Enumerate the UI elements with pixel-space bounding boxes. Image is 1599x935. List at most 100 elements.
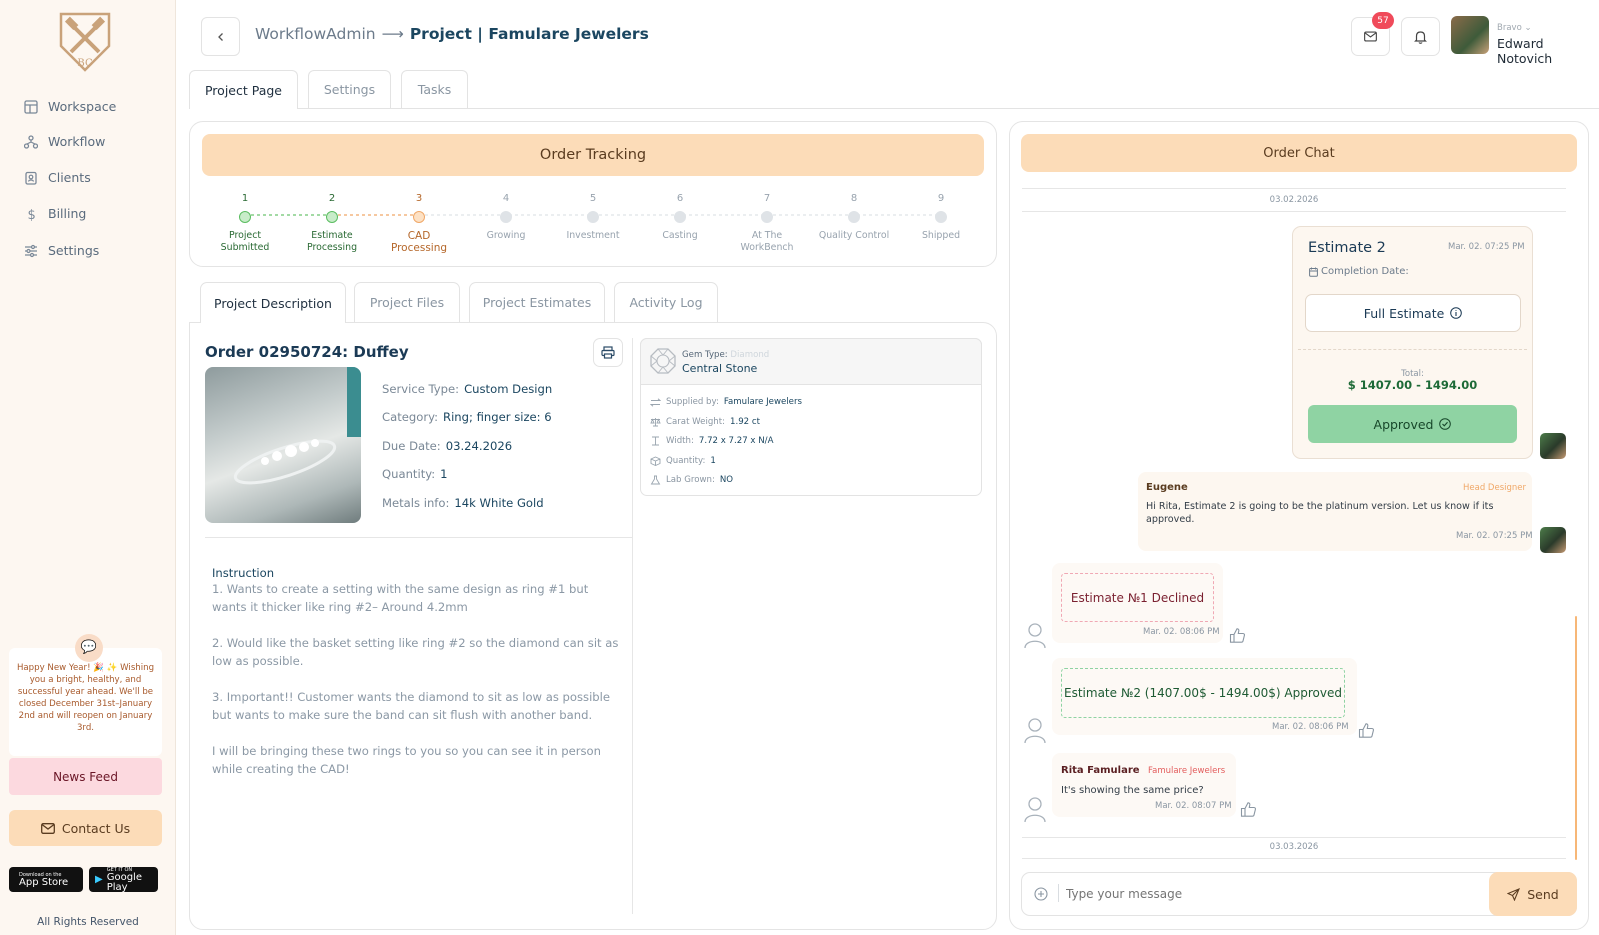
notifications-button[interactable]: [1401, 17, 1440, 56]
full-estimate-label: Full Estimate: [1363, 305, 1445, 321]
gem-supplied-by: Supplied by: Famulare Jewelers: [650, 397, 802, 407]
product-photo[interactable]: [205, 367, 361, 523]
instruction-4: I will be bringing these two rings to yo…: [212, 744, 601, 776]
send-label: Send: [1527, 886, 1559, 902]
field-value: 03.24.2026: [445, 439, 513, 453]
flask-icon: [650, 475, 661, 485]
instruction-1: 1. Wants to create a setting with the sa…: [212, 582, 589, 614]
tab-tasks[interactable]: Tasks: [401, 70, 468, 108]
chat-scrollbar[interactable]: [1575, 616, 1577, 860]
step-number: 9: [937, 193, 945, 204]
add-attachment-icon[interactable]: [1034, 887, 1048, 901]
subtab-project-description[interactable]: Project Description: [200, 282, 346, 323]
tab-project-page[interactable]: Project Page: [189, 70, 298, 109]
declined-time: Mar. 02. 08:06 PM: [1143, 627, 1220, 637]
workflow-icon: [24, 134, 38, 149]
tracking-step: 6 Casting: [640, 193, 720, 242]
gem-row-value: NO: [719, 475, 734, 485]
field-value: Custom Design: [464, 382, 553, 396]
mail-icon: [40, 822, 55, 834]
sidebar-item-workspace[interactable]: Workspace: [24, 99, 116, 114]
eugene-avatar[interactable]: [1540, 527, 1566, 553]
declined-text: Estimate №1 Declined: [1061, 573, 1214, 622]
step-dot: [848, 211, 860, 223]
google-play-badge[interactable]: ▶ GET IT ON Google Play: [89, 867, 158, 892]
sidebar-item-billing[interactable]: $ Billing: [24, 206, 87, 221]
company-logo[interactable]: BC: [57, 12, 113, 72]
step-dot: [674, 211, 686, 223]
thumbs-up-icon[interactable]: [1229, 627, 1246, 644]
check-circle-icon: [1439, 418, 1452, 430]
thumbs-up-icon[interactable]: [1240, 801, 1257, 818]
contact-us-label: Contact Us: [61, 820, 131, 836]
sidebar-item-workflow[interactable]: Workflow: [24, 134, 105, 149]
gem-row-value: 1.92 ct: [730, 417, 760, 427]
news-card: 💬 Happy New Year! 🎉 ✨ Wishing you a brig…: [9, 634, 162, 756]
approved-button[interactable]: Approved: [1308, 405, 1517, 443]
sidebar-item-label: Workflow: [48, 134, 106, 149]
instruction-3: 3. Important!! Customer wants the diamon…: [212, 690, 611, 722]
breadcrumb-page: Project | Famulare Jewelers: [409, 25, 649, 43]
gem-row-label: Lab Grown:: [666, 475, 715, 485]
sidebar-item-clients[interactable]: Clients: [24, 170, 91, 185]
google-play-icon: ▶: [95, 873, 103, 885]
rita-time: Mar. 02. 08:07 PM: [1155, 801, 1232, 811]
step-label: Quality Control: [818, 230, 890, 241]
order-chat-title: Order Chat: [1021, 134, 1577, 172]
field-value: 1: [440, 467, 448, 481]
subtab-project-estimates[interactable]: Project Estimates: [469, 282, 605, 322]
clients-icon: [25, 171, 37, 185]
tracking-step: 2 Estimate Processing: [292, 193, 372, 254]
rights-text: All Rights Reserved: [37, 916, 139, 928]
thumbs-up-icon[interactable]: [1358, 722, 1375, 739]
subtab-project-files[interactable]: Project Files: [354, 282, 460, 322]
user-placeholder-icon: [1024, 623, 1046, 649]
back-button[interactable]: [201, 17, 240, 56]
field-label: Metals info:: [382, 496, 450, 510]
user-placeholder-icon: [1024, 797, 1046, 823]
full-estimate-button[interactable]: Full Estimate: [1305, 294, 1521, 332]
send-button[interactable]: Send: [1489, 872, 1577, 916]
tracking-step: 8 Quality Control: [814, 193, 894, 242]
step-dot: [413, 211, 425, 223]
user-avatar[interactable]: [1451, 16, 1489, 54]
app-store-badge[interactable]: Download on the App Store: [9, 867, 83, 892]
chat-date-line: [1022, 858, 1566, 859]
user-company-dropdown[interactable]: Bravo ⌄: [1497, 23, 1532, 33]
subtab-activity-log[interactable]: Activity Log: [614, 282, 718, 322]
tab-settings[interactable]: Settings: [308, 70, 391, 108]
gem-row-label: Width:: [666, 436, 694, 446]
printer-icon: [601, 346, 615, 359]
gem-quantity: Quantity: 1: [650, 456, 716, 466]
tracking-step: 4 Growing: [466, 193, 546, 242]
step-dot: [935, 211, 947, 223]
step-number: 1: [241, 193, 249, 204]
eugene-avatar[interactable]: [1540, 433, 1566, 459]
tabs-divider: [189, 108, 1599, 109]
message-input[interactable]: [1066, 881, 1486, 906]
workspace-icon: [24, 99, 38, 114]
sidebar-item-settings[interactable]: Settings: [24, 243, 99, 258]
tracking-step: 1 Project Submitted: [205, 193, 285, 254]
field-metals-info: Metals info: 14k White Gold: [382, 496, 544, 510]
chat-date-line: [1022, 211, 1566, 212]
box-icon: [650, 456, 661, 466]
field-due-date: Due Date: 03.24.2026: [382, 439, 512, 453]
gem-row-label: Quantity:: [666, 456, 706, 466]
step-number: 8: [850, 193, 858, 204]
print-button[interactable]: [593, 338, 623, 367]
gem-lab-grown: Lab Grown: NO: [650, 475, 733, 485]
gem-type-label: Gem Type:: [682, 350, 728, 360]
step-dot: [761, 211, 773, 223]
order-title: Order 02950724: Duffey: [205, 343, 409, 361]
breadcrumb-arrow: ⟶: [381, 25, 404, 43]
chat-date-separator: 03.02.2026: [1269, 195, 1319, 205]
instruction-2: 2. Would like the basket setting like ri…: [212, 636, 619, 668]
contact-us-button[interactable]: Contact Us: [9, 810, 162, 846]
news-feed-button[interactable]: News Feed: [9, 758, 162, 795]
instruction-title: Instruction: [212, 566, 275, 580]
total-value: $ 1407.00 - 1494.00: [1347, 378, 1478, 392]
breadcrumb-root[interactable]: WorkflowAdmin: [255, 25, 376, 43]
eugene-role: Head Designer: [1463, 483, 1526, 493]
eugene-time: Mar. 02. 07:25 PM: [1456, 531, 1533, 541]
